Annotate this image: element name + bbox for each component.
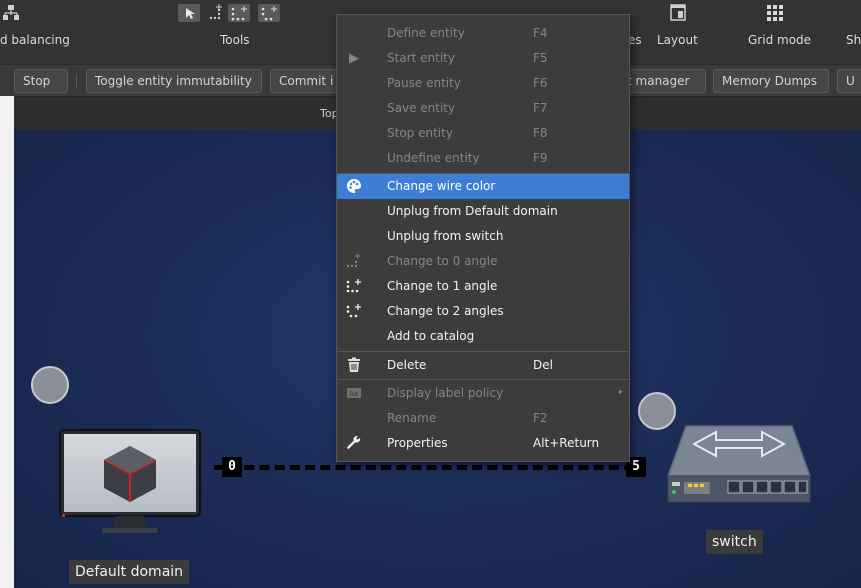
node-status-indicator [31,366,69,404]
toolbar-group-partial[interactable]: es [628,33,642,47]
svg-text:Aa: Aa [349,390,358,398]
menu-item-shortcut: F8 [533,126,548,140]
menu-item-label: Change to 0 angle [387,254,498,268]
menu-item-change-to-0-angle[interactable]: Change to 0 angle [337,249,629,274]
menu-item-undefine-entity[interactable]: Undefine entity F9 [337,146,629,171]
menu-item-label: Save entity [387,101,456,115]
menu-item-label: Undefine entity [387,151,480,165]
menu-item-label: Define entity [387,26,465,40]
default-domain-node[interactable] [58,428,202,536]
menu-item-shortcut: F9 [533,151,548,165]
node-label[interactable]: Default domain [69,560,190,584]
menu-item-label: Add to catalog [387,329,475,343]
layout-icon[interactable] [669,4,687,22]
menu-item-shortcut: F2 [533,411,548,425]
menu-item-change-to-1-angle[interactable]: Change to 1 angle [337,274,629,299]
menu-item-rename[interactable]: Rename F2 [337,406,629,431]
partial-button[interactable]: U [837,69,861,93]
tools-icon-group [178,4,286,22]
menu-item-save-entity[interactable]: Save entity F7 [337,96,629,121]
menu-item-shortcut: F6 [533,76,548,90]
menu-item-label: Stop entity [387,126,453,140]
menu-item-change-wire-color[interactable]: Change wire color [337,174,629,199]
menu-item-shortcut: F5 [533,51,548,65]
menu-item-shortcut: F7 [533,101,548,115]
port-number: 0 [222,457,242,477]
angle-2-icon [345,303,363,321]
menu-item-label: Delete [387,358,427,372]
menu-item-change-to-2-angles[interactable]: Change to 2 angles [337,299,629,324]
toolbar-separator [76,75,77,87]
menu-item-label: Rename [387,411,437,425]
monitor-icon [59,429,201,533]
left-gutter [0,96,14,588]
toolbar-group-layout[interactable]: Layout [657,33,698,47]
toolbar-group-show[interactable]: Sh [846,33,861,47]
load-balancing-icon[interactable] [2,4,20,22]
menu-item-shortcut: Alt+Return [533,436,600,450]
menu-separator [338,379,628,380]
play-icon: ▶ [349,51,359,66]
trash-icon [345,357,363,375]
menu-item-label: Start entity [387,51,455,65]
submenu-arrow-icon: ▸ [619,387,624,396]
palette-icon [345,178,363,196]
menu-item-label: Change wire color [387,179,496,193]
grid-mode-icon[interactable] [766,4,784,22]
menu-item-unplug-switch[interactable]: Unplug from switch [337,224,629,249]
menu-item-label: Pause entity [387,76,461,90]
menu-item-shortcut: Del [533,358,553,372]
menu-item-delete[interactable]: Delete Del [337,353,629,378]
wire-link[interactable] [214,465,634,470]
commit-button[interactable]: Commit i [270,69,340,93]
label-icon: Aa [345,385,363,403]
menu-item-display-label-policy[interactable]: Aa Display label policy ▸ [337,381,629,406]
snapshot-manager-button[interactable]: t manager [626,69,706,93]
angle-0-icon [345,253,363,271]
switch-icon [666,425,812,503]
menu-item-label: Display label policy [387,386,504,400]
menu-item-shortcut: F4 [533,26,548,40]
stop-button[interactable]: Stop [14,69,68,93]
menu-item-label: Unplug from switch [387,229,504,243]
menu-item-unplug-default-domain[interactable]: Unplug from Default domain [337,199,629,224]
node-label[interactable]: switch [706,530,763,554]
menu-item-label: Change to 1 angle [387,279,498,293]
menu-item-label: Properties [387,436,448,450]
menu-item-pause-entity[interactable]: Pause entity F6 [337,71,629,96]
memory-dumps-button[interactable]: Memory Dumps [713,69,829,93]
menu-item-properties[interactable]: Properties Alt+Return [337,431,629,456]
menu-item-stop-entity[interactable]: Stop entity F8 [337,121,629,146]
toolbar-group-tools[interactable]: Tools [220,33,250,47]
menu-item-label: Unplug from Default domain [387,204,558,218]
menu-item-define-entity[interactable]: Define entity F4 [337,21,629,46]
menu-separator [338,351,628,352]
menu-item-add-to-catalog[interactable]: Add to catalog [337,324,629,349]
menu-item-start-entity[interactable]: ▶ Start entity F5 [337,46,629,71]
toolbar-group-grid-mode[interactable]: Grid mode [748,33,811,47]
toolbar-group-load-balancing[interactable]: d balancing [0,33,70,47]
menu-item-label: Change to 2 angles [387,304,504,318]
context-menu: Define entity F4 ▶ Start entity F5 Pause… [336,14,630,462]
switch-node[interactable] [664,418,814,508]
toggle-immutability-button[interactable]: Toggle entity immutability [86,69,262,93]
wrench-icon [345,435,363,453]
angle-1-icon [345,278,363,296]
